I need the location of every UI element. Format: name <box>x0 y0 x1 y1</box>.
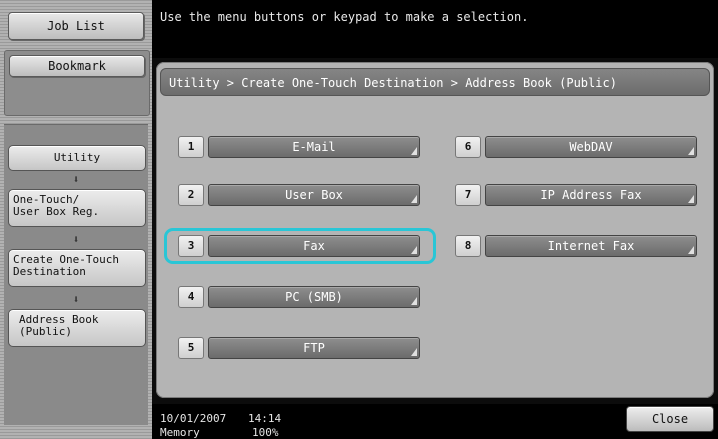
bookmark-area: Bookmark <box>4 50 150 116</box>
menu-path-panel: Utility ⬇ One-Touch/ User Box Reg. ⬇ Cre… <box>4 124 148 425</box>
path-destination-label: Destination <box>13 265 86 278</box>
ftp-button[interactable]: FTP <box>208 337 420 359</box>
path-utility-button[interactable]: Utility <box>8 145 146 171</box>
internet-fax-button[interactable]: Internet Fax <box>485 235 697 257</box>
item-number: 7 <box>455 184 481 206</box>
down-arrow-icon: ⬇ <box>72 173 80 186</box>
breadcrumb: Utility > Create One-Touch Destination >… <box>160 68 710 96</box>
item-number: 1 <box>178 136 204 158</box>
memory-label: Memory <box>160 426 200 439</box>
item-number: 4 <box>178 286 204 308</box>
status-footer: 10/01/2007 14:14 Memory 100% Close <box>152 404 718 439</box>
date-display: 10/01/2007 <box>160 412 227 425</box>
path-user-box-reg-label: User Box Reg. <box>13 205 100 218</box>
email-button[interactable]: E-Mail <box>208 136 420 158</box>
menu-item-email[interactable]: 1 E-Mail <box>178 136 426 158</box>
left-navigation-column: Job List Bookmark Utility ⬇ One-Touch/ U… <box>0 0 152 439</box>
selection-highlight <box>164 228 436 264</box>
path-address-book-public-button[interactable]: Address Book (Public) <box>8 309 146 347</box>
pc-smb-button[interactable]: PC (SMB) <box>208 286 420 308</box>
path-one-touch-user-box-button[interactable]: One-Touch/ User Box Reg. <box>8 189 146 227</box>
menu-item-pc-smb[interactable]: 4 PC (SMB) <box>178 286 426 308</box>
item-number: 6 <box>455 136 481 158</box>
down-arrow-icon: ⬇ <box>72 233 80 246</box>
menu-item-ftp[interactable]: 5 FTP <box>178 337 426 359</box>
memory-value: 100% <box>252 426 279 439</box>
bookmark-button[interactable]: Bookmark <box>9 55 145 77</box>
menu-item-ip-address-fax[interactable]: 7 IP Address Fax <box>455 184 703 206</box>
menu-item-user-box[interactable]: 2 User Box <box>178 184 426 206</box>
job-list-button[interactable]: Job List <box>8 12 144 40</box>
path-utility-label: Utility <box>53 151 101 164</box>
menu-item-webdav[interactable]: 6 WebDAV <box>455 136 703 158</box>
close-button[interactable]: Close <box>626 406 714 432</box>
item-number: 5 <box>178 337 204 359</box>
webdav-button[interactable]: WebDAV <box>485 136 697 158</box>
item-number: 2 <box>178 184 204 206</box>
item-number: 8 <box>455 235 481 257</box>
instruction-message: Use the menu buttons or keypad to make a… <box>160 10 529 24</box>
menu-item-internet-fax[interactable]: 8 Internet Fax <box>455 235 703 257</box>
path-public-label: (Public) <box>19 325 72 338</box>
path-create-one-touch-button[interactable]: Create One-Touch Destination <box>8 249 146 287</box>
down-arrow-icon: ⬇ <box>72 293 80 306</box>
ip-address-fax-button[interactable]: IP Address Fax <box>485 184 697 206</box>
time-display: 14:14 <box>248 412 282 425</box>
user-box-button[interactable]: User Box <box>208 184 420 206</box>
